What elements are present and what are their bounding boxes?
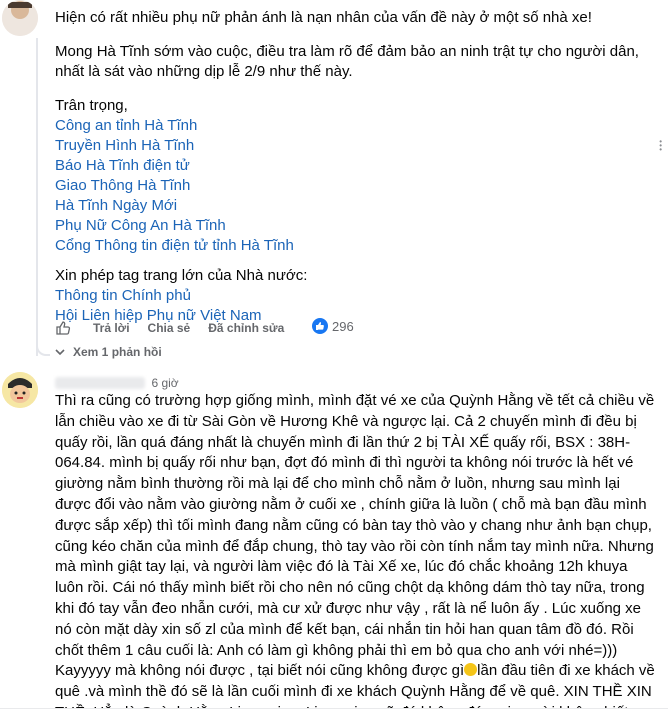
comment-1-line-2: Mong Hà Tĩnh sớm vào cuộc, điều tra làm … — [55, 43, 639, 80]
tagged-pages-group-1: Công an tỉnh Hà Tĩnh Truyền Hình Hà Tĩnh… — [55, 116, 655, 256]
comment-1-line-1: Hiện có rất nhiều phụ nữ phản ánh là nạn… — [55, 9, 592, 26]
comment-1-body: Hiện có rất nhiều phụ nữ phản ánh là nạn… — [55, 8, 655, 326]
tag-link-cong-thong-tin[interactable]: Cổng Thông tin điện tử tỉnh Hà Tĩnh — [55, 236, 655, 256]
tag-link-truyen-hinh[interactable]: Truyền Hình Hà Tĩnh — [55, 136, 655, 156]
author-name-redacted — [55, 376, 145, 389]
thread-line — [36, 38, 38, 356]
like-icon[interactable] — [55, 320, 71, 336]
tag-link-phu-nu-cong-an[interactable]: Phụ Nữ Công An Hà Tĩnh — [55, 216, 655, 236]
tag-link-chinh-phu[interactable]: Thông tin Chính phủ — [55, 286, 655, 306]
tag-link-ngay-moi[interactable]: Hà Tĩnh Ngày Mới — [55, 196, 655, 216]
view-replies-label: Xem 1 phản hồi — [73, 345, 162, 359]
chevron-icon — [55, 348, 65, 356]
comment-2-text-part-1: Thì ra cũng có trường hợp giống mình, mì… — [55, 392, 655, 680]
bottom-bar — [0, 708, 668, 726]
view-replies-button[interactable]: Xem 1 phản hồi — [55, 345, 162, 359]
reply-button[interactable]: Trả lời — [93, 321, 130, 335]
tag-link-bao[interactable]: Báo Hà Tĩnh điện tử — [55, 156, 655, 176]
comment-time[interactable]: 6 giờ — [151, 376, 178, 390]
tag-intro: Xin phép tag trang lớn của Nhà nước: — [55, 267, 308, 284]
thread-connector — [36, 330, 50, 356]
comment-2-header: 6 giờ — [55, 374, 179, 392]
emoji-smile-icon — [464, 663, 478, 677]
comment-2-body: Thì ra cũng có trường hợp giống mình, mì… — [55, 391, 659, 724]
tag-link-giao-thong[interactable]: Giao Thông Hà Tĩnh — [55, 176, 655, 196]
thumbs-up-reaction-icon — [312, 318, 328, 334]
commenter-avatar-1[interactable] — [2, 0, 38, 36]
reaction-summary[interactable]: 296 — [312, 318, 354, 334]
more-options-icon[interactable]: • • • — [659, 138, 662, 154]
comment-1-signoff: Trân trọng, — [55, 97, 128, 114]
share-button[interactable]: Chia sẻ — [148, 321, 191, 335]
avatar-image-2 — [2, 372, 38, 408]
edited-label: Đã chỉnh sửa — [208, 321, 285, 335]
commenter-avatar-2[interactable] — [2, 372, 38, 408]
reaction-count: 296 — [332, 318, 354, 334]
comment-1-actions: Trả lời Chia sẻ Đã chỉnh sửa — [55, 318, 302, 338]
avatar-image-1 — [2, 0, 38, 36]
tag-link-cong-an[interactable]: Công an tỉnh Hà Tĩnh — [55, 116, 655, 136]
